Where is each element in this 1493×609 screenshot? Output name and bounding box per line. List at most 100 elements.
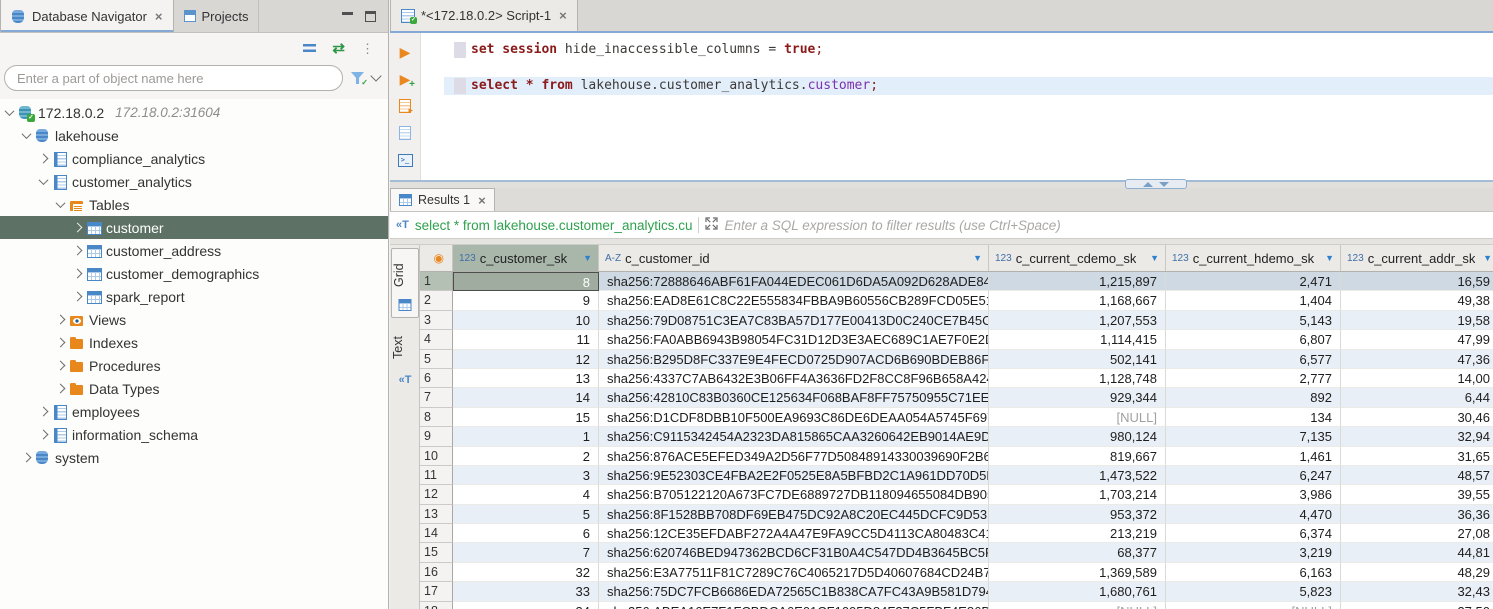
grid-cell[interactable]: 5: [453, 505, 599, 524]
expander-icon[interactable]: [73, 269, 83, 279]
explain-plan-button[interactable]: [397, 125, 413, 141]
grid-cell[interactable]: sha256:75DC7FCB6686EDA72565C1B838CA7FC43…: [599, 582, 989, 601]
grid-cell[interactable]: 980,124: [989, 427, 1166, 446]
tree-item-lakehouse[interactable]: lakehouse: [0, 124, 388, 147]
grid-cell[interactable]: sha256:EAD8E61C8C22E555834FBBA9B60556CB2…: [599, 291, 989, 310]
editor-results-splitter[interactable]: [390, 180, 1493, 188]
grid-cell[interactable]: 12: [453, 350, 599, 369]
expander-icon[interactable]: [73, 223, 83, 233]
grid-cell[interactable]: sha256:8F1528BB708DF69EB475DC92A8C20EC44…: [599, 505, 989, 524]
grid-cell[interactable]: [NULL]: [989, 408, 1166, 427]
grid-cell[interactable]: 3,219: [1166, 543, 1341, 562]
grid-cell[interactable]: sha256:42810C83B0360CE125634F068BAF8FF75…: [599, 388, 989, 407]
grid-cell[interactable]: 48,57: [1341, 466, 1493, 485]
grid-cell[interactable]: 47,36: [1341, 350, 1493, 369]
expander-icon[interactable]: [73, 246, 83, 256]
row-header[interactable]: 10: [420, 447, 453, 466]
grid-cell[interactable]: 16,59: [1341, 272, 1493, 291]
row-header[interactable]: 18: [420, 602, 453, 609]
grid-cell[interactable]: 6: [453, 524, 599, 543]
tree-item-tables[interactable]: Tables: [0, 193, 388, 216]
grid-cell[interactable]: 33: [453, 582, 599, 601]
grid-cell[interactable]: 4,470: [1166, 505, 1341, 524]
row-header[interactable]: 8: [420, 408, 453, 427]
grid-cell[interactable]: 1,215,897: [989, 272, 1166, 291]
expander-icon[interactable]: [39, 154, 49, 164]
row-header[interactable]: 14: [420, 524, 453, 543]
row-header[interactable]: 2: [420, 291, 453, 310]
grid-cell[interactable]: 2,471: [1166, 272, 1341, 291]
grid-cell[interactable]: 213,219: [989, 524, 1166, 543]
expander-icon[interactable]: [73, 292, 83, 302]
grid-cell[interactable]: 953,372: [989, 505, 1166, 524]
menu-dots-icon[interactable]: ⋮: [361, 42, 374, 55]
grid-cell[interactable]: 6,44: [1341, 388, 1493, 407]
column-header-c_customer_id[interactable]: A-Zc_customer_id▼: [599, 245, 989, 271]
expander-icon[interactable]: [56, 384, 66, 394]
grid-cell[interactable]: 14: [453, 388, 599, 407]
tree-item-employees[interactable]: employees: [0, 400, 388, 423]
grid-cell[interactable]: 1: [453, 427, 599, 446]
row-header[interactable]: 17: [420, 582, 453, 601]
grid-cell[interactable]: 6,163: [1166, 563, 1341, 582]
splitter-handle[interactable]: [1125, 179, 1187, 189]
grid-corner-cell[interactable]: ◉: [420, 245, 453, 271]
link-with-editor-icon[interactable]: ⇄: [332, 41, 345, 56]
expander-icon[interactable]: [56, 198, 66, 208]
tree-item-customer-demographics[interactable]: customer_demographics: [0, 262, 388, 285]
grid-cell[interactable]: 9: [453, 291, 599, 310]
grid-cell[interactable]: 32,94: [1341, 427, 1493, 446]
grid-cell[interactable]: 3: [453, 466, 599, 485]
expander-icon[interactable]: [39, 175, 49, 185]
object-filter-input[interactable]: [4, 65, 343, 91]
grid-cell[interactable]: 8: [453, 272, 599, 291]
grid-cell[interactable]: sha256:D1CDF8DBB10F500EA9693C86DE6DEAA05…: [599, 408, 989, 427]
result-filter-input[interactable]: [724, 218, 1487, 233]
close-icon[interactable]: ×: [559, 8, 567, 23]
grid-cell[interactable]: sha256:79D08751C3EA7C83BA57D177E00413D0C…: [599, 311, 989, 330]
tree-item-views[interactable]: Views: [0, 308, 388, 331]
grid-cell[interactable]: sha256:E3A77511F81C7289C76C4065217D5D406…: [599, 563, 989, 582]
grid-cell[interactable]: 134: [1166, 408, 1341, 427]
grid-cell[interactable]: sha256:B295D8FC337E9E4FECD0725D907ACD6B6…: [599, 350, 989, 369]
grid-cell[interactable]: sha256:9E52303CE4FBA2E2F0525E8A5BFBD2C1A…: [599, 466, 989, 485]
tree-item-procedures[interactable]: Procedures: [0, 354, 388, 377]
grid-cell[interactable]: 47,99: [1341, 330, 1493, 349]
grid-cell[interactable]: 19,58: [1341, 311, 1493, 330]
grid-cell[interactable]: 2: [453, 447, 599, 466]
grid-cell[interactable]: 5,823: [1166, 582, 1341, 601]
grid-cell[interactable]: 892: [1166, 388, 1341, 407]
grid-cell[interactable]: sha256:620746BED947362BCD6CF31B0A4C547DD…: [599, 543, 989, 562]
grid-cell[interactable]: 819,667: [989, 447, 1166, 466]
grid-cell[interactable]: 1,128,748: [989, 369, 1166, 388]
grid-cell[interactable]: 1,207,553: [989, 311, 1166, 330]
grid-cell[interactable]: 34: [453, 602, 599, 609]
sort-dropdown-icon[interactable]: ▼: [1325, 253, 1334, 263]
tree-item-system[interactable]: system: [0, 446, 388, 469]
grid-cell[interactable]: sha256:72888646ABF61FA044EDEC061D6DA5A09…: [599, 272, 989, 291]
grid-cell[interactable]: 929,344: [989, 388, 1166, 407]
sort-dropdown-icon[interactable]: ▼: [973, 253, 982, 263]
grid-cell[interactable]: 32: [453, 563, 599, 582]
close-icon[interactable]: ×: [478, 193, 486, 208]
sort-dropdown-icon[interactable]: ▼: [1483, 253, 1492, 263]
tree-item-customer-analytics[interactable]: customer_analytics: [0, 170, 388, 193]
grid-cell[interactable]: 14,00: [1341, 369, 1493, 388]
row-header[interactable]: 9: [420, 427, 453, 446]
tree-item-spark-report[interactable]: spark_report: [0, 285, 388, 308]
grid-cell[interactable]: 5,143: [1166, 311, 1341, 330]
grid-cell[interactable]: 6,374: [1166, 524, 1341, 543]
tab-grid-view[interactable]: Grid: [391, 248, 419, 318]
grid-cell[interactable]: 44,81: [1341, 543, 1493, 562]
collapse-all-icon[interactable]: [303, 44, 316, 53]
code-line[interactable]: [471, 59, 1493, 77]
grid-cell[interactable]: 1,680,761: [989, 582, 1166, 601]
column-header-c_current_addr_sk[interactable]: 123c_current_addr_sk▼: [1341, 245, 1493, 271]
expander-icon[interactable]: [39, 430, 49, 440]
tab-sql-script[interactable]: *<172.18.0.2> Script-1 ×: [390, 0, 578, 31]
grid-cell[interactable]: sha256:C9115342454A2323DA815865CAA326064…: [599, 427, 989, 446]
grid-cell[interactable]: 1,168,667: [989, 291, 1166, 310]
grid-cell[interactable]: 32,43: [1341, 582, 1493, 601]
grid-cell[interactable]: 4: [453, 485, 599, 504]
grid-cell[interactable]: 39,55: [1341, 485, 1493, 504]
